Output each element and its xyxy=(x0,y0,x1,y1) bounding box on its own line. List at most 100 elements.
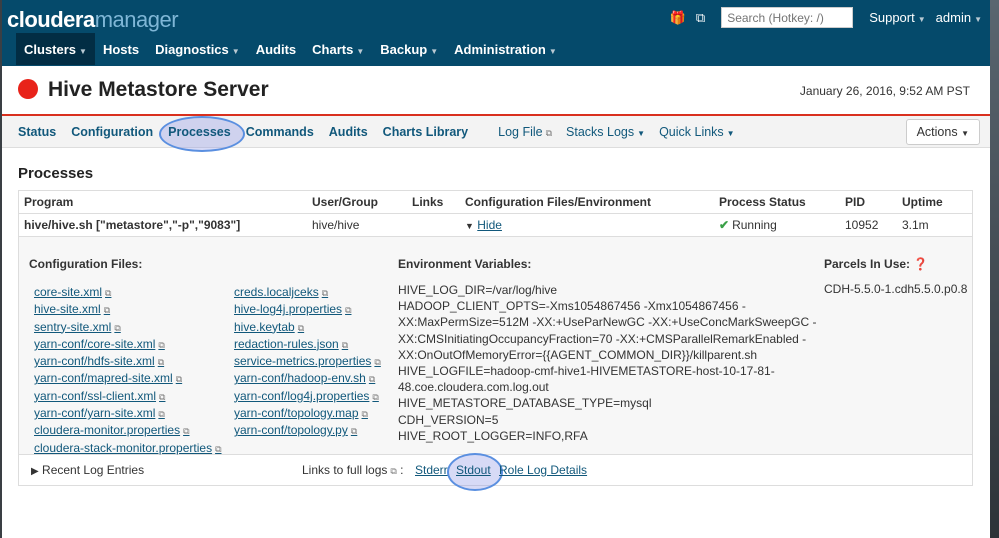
stderr-link[interactable]: Stderr xyxy=(415,463,448,477)
hide-toggle[interactable]: ▼ Hide xyxy=(465,218,719,232)
env-line: HADOOP_CLIENT_OPTS=-Xms1054867456 -Xmx10… xyxy=(398,299,746,314)
external-link-icon: ⧉ xyxy=(103,305,111,316)
config-file-link[interactable]: hive-site.xml ⧉ xyxy=(34,301,222,318)
config-file-link[interactable]: yarn-conf/topology.map ⧉ xyxy=(234,405,381,422)
logo-text: cloudera xyxy=(7,7,95,32)
tab-charts-library[interactable]: Charts Library xyxy=(383,125,468,139)
tab-status[interactable]: Status xyxy=(18,125,56,139)
config-file-link[interactable]: redaction-rules.json ⧉ xyxy=(234,336,381,353)
processes-table: Program User/Group Links Configuration F… xyxy=(18,190,973,491)
external-link-icon: ⧉ xyxy=(159,391,166,402)
recent-log-toggle[interactable]: ▶ Recent Log Entries xyxy=(31,463,144,477)
external-link-icon: ⧉ xyxy=(372,391,379,402)
page-title: Hive Metastore Server xyxy=(48,78,269,101)
env-line: 48.coe.cloudera.com.log.out xyxy=(398,380,549,395)
config-files-col1: core-site.xml ⧉ hive-site.xml ⧉ sentry-site.… xyxy=(34,284,222,457)
gift-icon[interactable]: 🎁 xyxy=(670,10,686,26)
config-file-link[interactable]: yarn-conf/log4j.properties ⧉ xyxy=(234,388,381,405)
external-link-icon: ⧉ xyxy=(345,305,352,316)
actions-button[interactable]: Actions ▼ xyxy=(905,119,980,145)
logo-text-2: manager xyxy=(94,7,179,32)
tab-audits[interactable]: Audits xyxy=(329,125,368,139)
stacks-logs-menu[interactable]: Stacks Logs ▼ xyxy=(566,125,645,139)
nav-hosts[interactable]: Hosts xyxy=(95,33,147,65)
help-icon[interactable]: ❓ xyxy=(913,257,928,271)
external-link-icon: ⧉ xyxy=(215,443,222,454)
chevron-right-icon: ▶ xyxy=(31,466,39,477)
env-line: HIVE_ROOT_LOGGER=INFO,RFA xyxy=(398,428,588,443)
env-line: XX:OnOutOfMemoryError={{AGENT_COMMON_DIR… xyxy=(398,347,758,362)
external-link-icon: ⧉ xyxy=(374,357,381,368)
tab-processes[interactable]: Processes xyxy=(159,115,245,152)
section-title: Processes xyxy=(18,165,94,182)
config-file-link[interactable]: yarn-conf/core-site.xml ⧉ xyxy=(34,336,222,353)
log-footer: ▶ Recent Log Entries Links to full logs ⧉… xyxy=(19,453,972,491)
external-link-icon: ⧉ xyxy=(361,409,368,420)
col-user: User/Group xyxy=(312,195,379,209)
col-config: Configuration Files/Environment xyxy=(465,195,652,209)
config-file-link[interactable]: yarn-conf/hdfs-site.xml ⧉ xyxy=(34,353,222,370)
env-line: XX:MaxPermSize=512M -XX:+UseParNewGC -XX… xyxy=(398,315,817,330)
col-program: Program xyxy=(24,195,74,209)
status-cell: ✔ Running xyxy=(719,218,777,232)
external-link-icon: ⧉ xyxy=(183,426,190,437)
user-cell: hive/hive xyxy=(312,218,360,232)
support-menu[interactable]: Support ▼ xyxy=(869,10,925,25)
config-file-link[interactable]: yarn-conf/topology.py ⧉ xyxy=(234,422,381,439)
tab-configuration[interactable]: Configuration xyxy=(71,125,153,139)
env-vars: HIVE_LOG_DIR=/var/log/hive HADOOP_CLIENT_… xyxy=(398,282,818,444)
col-uptime: Uptime xyxy=(902,195,943,209)
col-pid: PID xyxy=(845,195,866,209)
config-files-label: Configuration Files: xyxy=(29,257,143,271)
nav-administration[interactable]: Administration ▼ xyxy=(446,33,565,65)
col-status: Process Status xyxy=(719,195,806,209)
env-line: HIVE_LOG_DIR=/var/log/hive xyxy=(398,283,558,297)
nav-backup[interactable]: Backup ▼ xyxy=(372,33,446,65)
running-commands-icon[interactable]: ⧉ xyxy=(696,10,705,26)
config-file-link[interactable]: hive-log4j.properties ⧉ xyxy=(234,301,381,318)
search-input[interactable] xyxy=(721,7,854,28)
config-file-link[interactable]: creds.localjceks ⧉ xyxy=(234,284,381,301)
nav-audits[interactable]: Audits xyxy=(248,33,304,65)
tab-commands[interactable]: Commands xyxy=(246,125,314,139)
role-log-details-link[interactable]: Role Log Details xyxy=(499,463,587,477)
config-file-link[interactable]: service-metrics.properties ⧉ xyxy=(234,353,381,370)
nav-charts[interactable]: Charts ▼ xyxy=(304,33,372,65)
quick-links-menu[interactable]: Quick Links ▼ xyxy=(659,125,735,139)
admin-menu[interactable]: admin ▼ xyxy=(936,10,982,25)
date-display[interactable]: January 26, 2016, 9:52 AM PST xyxy=(800,84,970,98)
config-file-link[interactable]: yarn-conf/yarn-site.xml ⧉ xyxy=(34,405,222,422)
config-file-link[interactable]: core-site.xml ⧉ xyxy=(34,284,222,301)
external-link-icon: ⧉ xyxy=(341,339,349,350)
config-file-link[interactable]: yarn-conf/ssl-client.xml ⧉ xyxy=(34,388,222,405)
check-icon: ✔ xyxy=(719,218,730,232)
logo[interactable]: clouderamanager xyxy=(7,7,179,33)
external-link-icon: ⧉ xyxy=(297,322,305,333)
nav-diagnostics[interactable]: Diagnostics ▼ xyxy=(147,33,248,65)
config-file-link[interactable]: yarn-conf/hadoop-env.sh ⧉ xyxy=(234,370,381,387)
top-bar: clouderamanager 🎁 ⧉ Support▼ admin▼ Clus… xyxy=(2,0,990,66)
parcel-value: CDH-5.5.0-1.cdh5.5.0.p0.8 xyxy=(824,282,968,296)
env-line: HIVE_METASTORE_DATABASE_TYPE=mysql xyxy=(398,396,652,411)
status-indicator-icon xyxy=(18,79,38,99)
desktop-background xyxy=(990,0,999,538)
chevron-down-icon: ▼ xyxy=(465,221,474,231)
pid-cell: 10952 xyxy=(845,218,879,232)
config-files-col2: creds.localjceks ⧉ hive-log4j.properties ⧉ h… xyxy=(234,284,381,440)
log-file-link[interactable]: Log File ⧉ xyxy=(498,125,552,139)
config-file-link[interactable]: sentry-site.xml ⧉ xyxy=(34,319,222,336)
nav-clusters[interactable]: Clusters ▼ xyxy=(16,33,95,65)
config-file-link[interactable]: hive.keytab ⧉ xyxy=(234,319,381,336)
external-link-icon: ⧉ xyxy=(368,374,376,385)
external-link-icon: ⧉ xyxy=(114,322,121,333)
external-link-icon: ⧉ xyxy=(321,288,329,298)
external-link-icon: ⧉ xyxy=(175,374,183,385)
config-file-link[interactable]: yarn-conf/mapred-site.xml ⧉ xyxy=(34,370,222,387)
external-link-icon: ⧉ xyxy=(545,127,553,138)
parcels-label: Parcels In Use: ❓ xyxy=(824,257,929,271)
config-file-link[interactable]: cloudera-monitor.properties ⧉ xyxy=(34,422,222,439)
col-links: Links xyxy=(412,195,444,209)
stdout-link[interactable]: Stdout xyxy=(447,453,503,491)
process-details: Configuration Files: core-site.xml ⧉ hive-… xyxy=(19,237,972,455)
external-link-icon: ⧉ xyxy=(158,339,165,350)
